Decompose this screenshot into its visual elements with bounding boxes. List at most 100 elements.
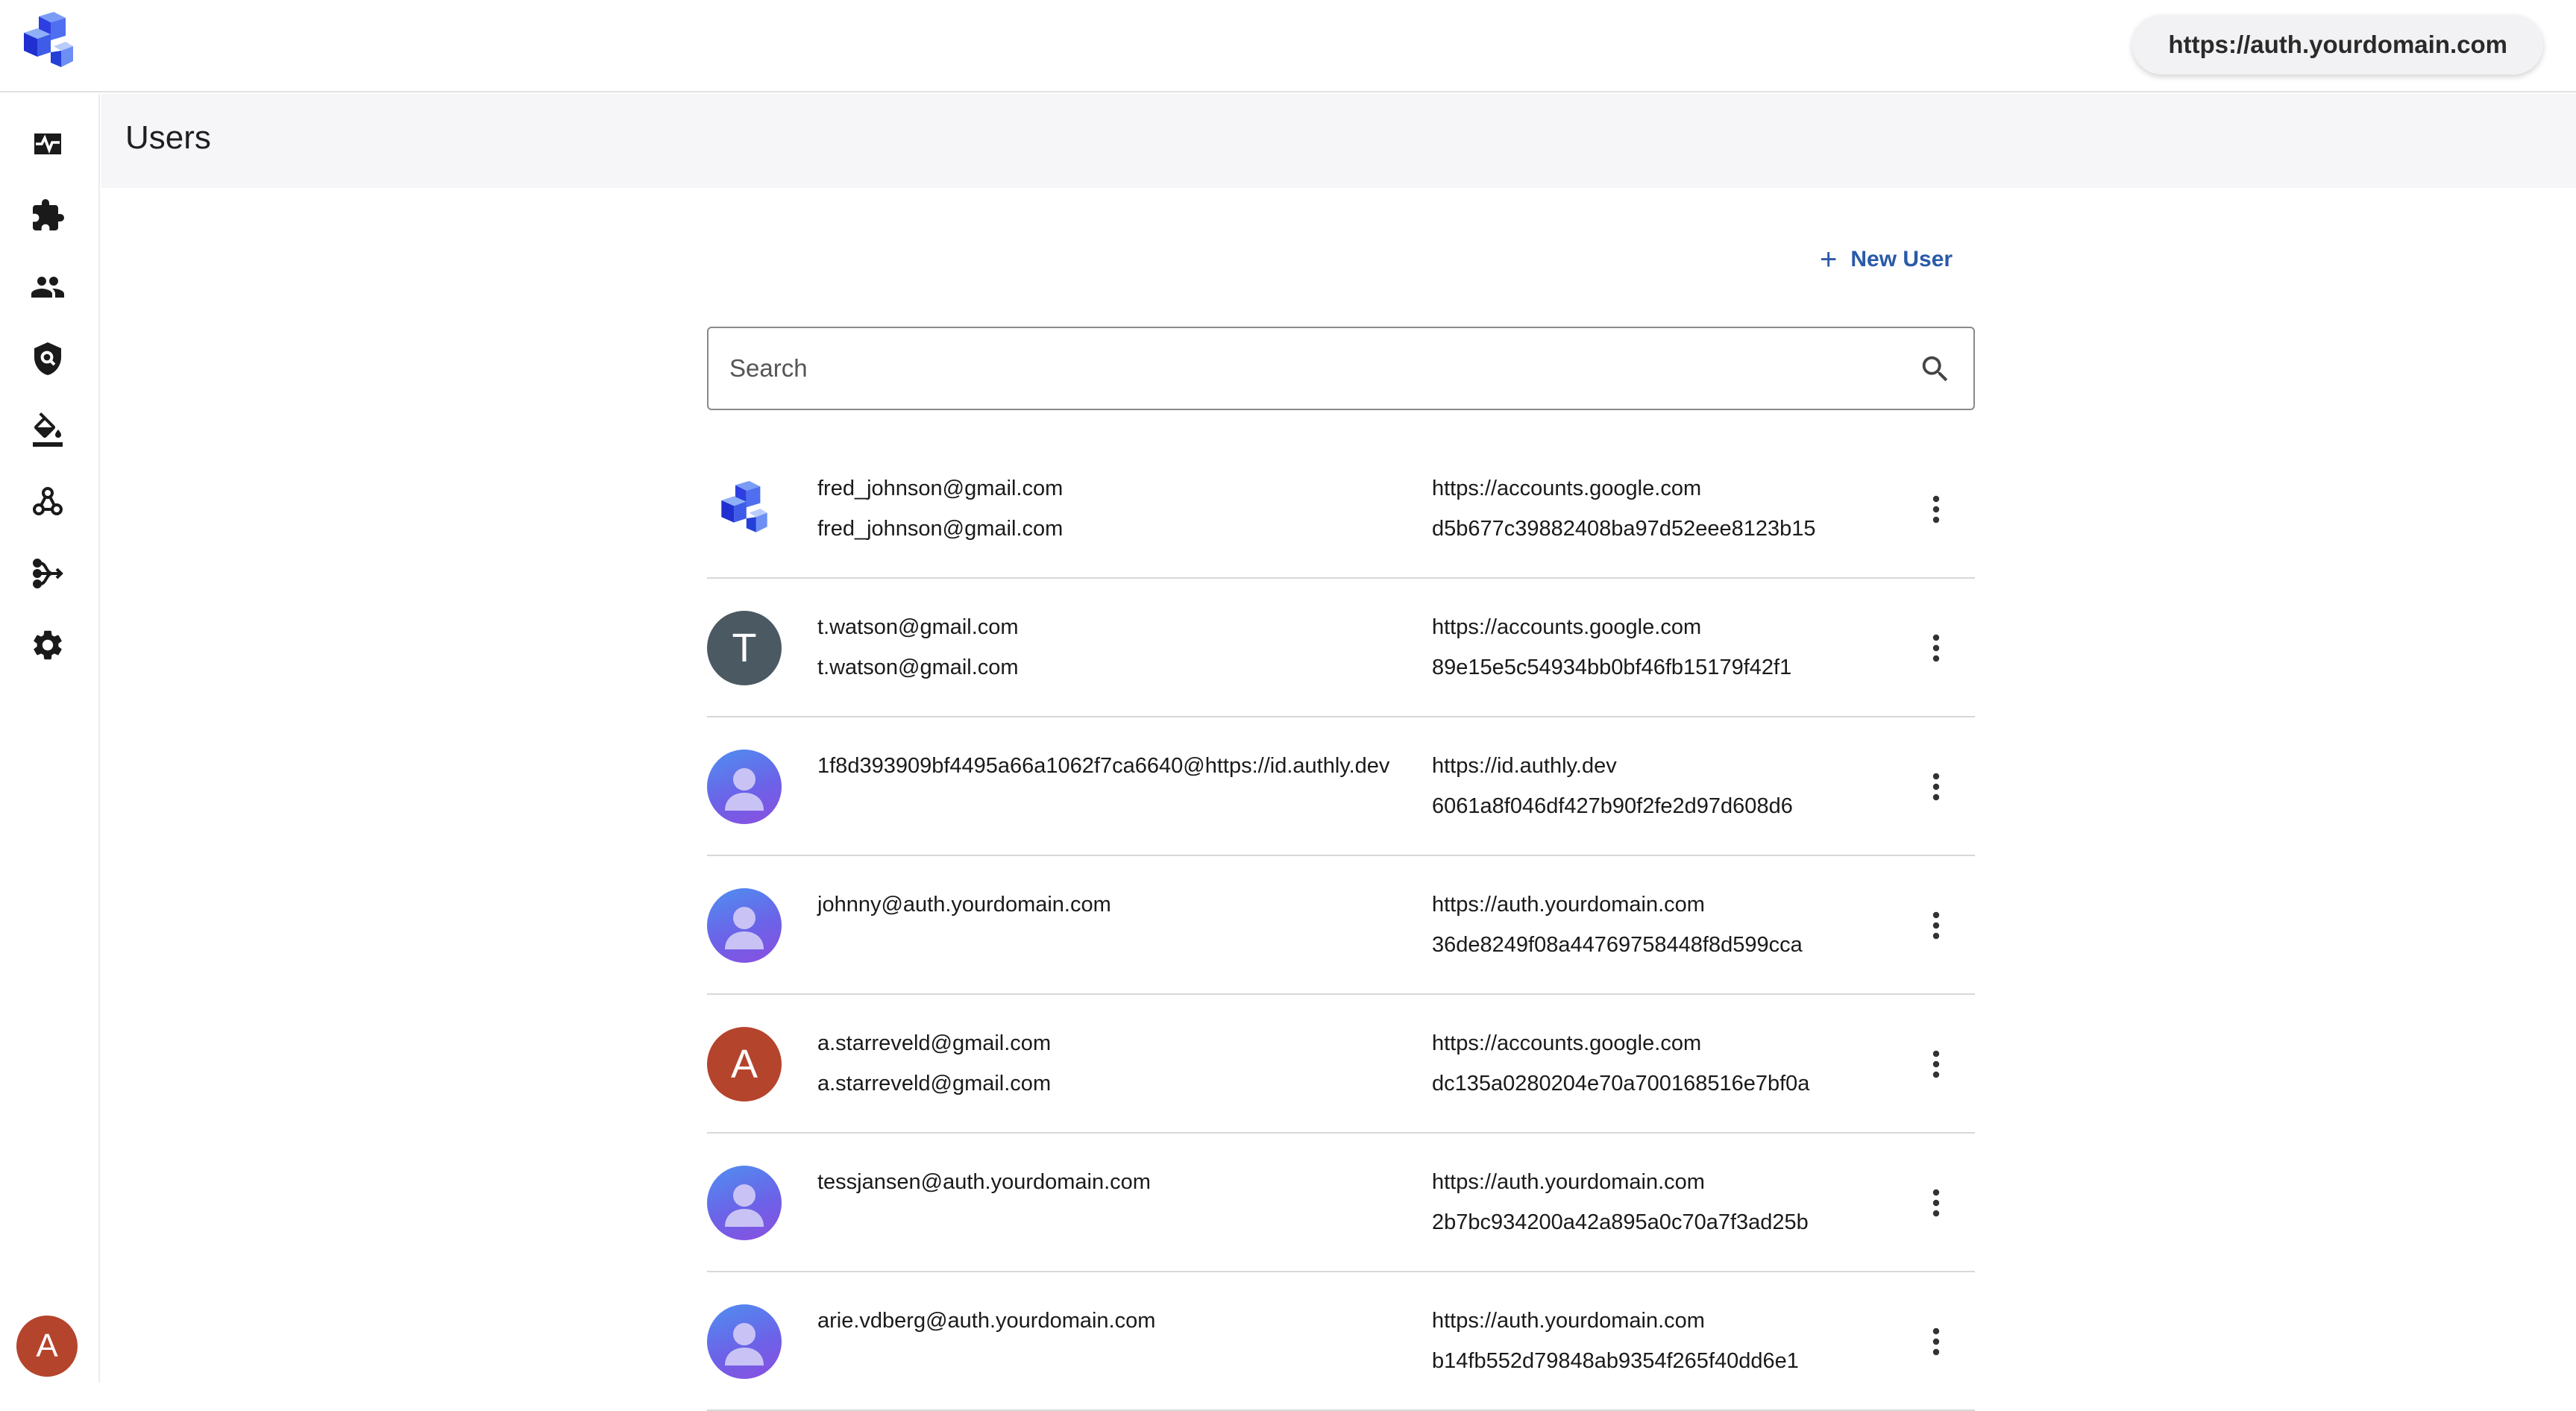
user-identity: fred_johnson@gmail.com fred_johnson@gmail… (817, 476, 1063, 556)
user-more-button[interactable] (1914, 487, 1958, 532)
user-more-button[interactable] (1914, 764, 1958, 809)
user-subject-id: 2b7bc934200a42a895a0c70a7f3ad25b (1432, 1210, 1809, 1234)
app-logo-icon[interactable] (16, 10, 81, 75)
search-box (707, 327, 1975, 410)
user-row[interactable]: Tt.watson@gmail.com t.watson@gmail.com htt… (707, 579, 1975, 717)
user-row[interactable]: 1f8d393909bf4495a66a1062f7ca6640@https:/… (707, 717, 1975, 856)
user-row[interactable]: johnny@auth.yourdomain.com https://auth.y… (707, 856, 1975, 995)
more-vert-icon (1932, 1327, 1940, 1356)
user-issuer: https://accounts.google.com (1432, 477, 1702, 500)
user-list: fred_johnson@gmail.com fred_johnson@gmail… (707, 440, 1975, 1411)
more-vert-icon (1932, 911, 1940, 940)
default-user-icon (725, 768, 764, 811)
user-identity: t.watson@gmail.com t.watson@gmail.com (817, 615, 1019, 695)
user-more-button[interactable] (1914, 1042, 1958, 1087)
user-provider: https://accounts.google.com d5b677c398824… (1432, 476, 1815, 556)
user-username: johnny@auth.yourdomain.com (817, 893, 1111, 917)
user-issuer: https://accounts.google.com (1432, 1031, 1702, 1055)
user-identity: a.starreveld@gmail.com a.starreveld@gmail… (817, 1031, 1051, 1111)
user-subject-id: 6061a8f046df427b90f2fe2d97d608d6 (1432, 794, 1793, 818)
sidebar-item-activity[interactable] (20, 116, 75, 172)
user-row[interactable]: tessjansen@auth.yourdomain.com https://au… (707, 1134, 1975, 1272)
user-identity: 1f8d393909bf4495a66a1062f7ca6640@https:/… (817, 753, 1389, 794)
users-icon (31, 277, 64, 298)
user-issuer: https://auth.yourdomain.com (1432, 893, 1705, 917)
user-provider: https://id.authly.dev 6061a8f046df427b90f… (1432, 753, 1793, 834)
page-title: Users (125, 119, 211, 156)
user-subject-id: 89e15e5c54934bb0bf46fb15179f42f1 (1432, 656, 1792, 679)
user-avatar (707, 1166, 782, 1240)
user-provider: https://accounts.google.com 89e15e5c54934… (1432, 615, 1791, 695)
user-provider: https://auth.yourdomain.com 2b7bc934200a4… (1432, 1169, 1809, 1250)
sidebar-item-users[interactable] (20, 260, 75, 315)
user-avatar (707, 1304, 782, 1379)
extensions-icon (33, 199, 64, 230)
branding-icon (33, 412, 63, 447)
activity-icon (34, 133, 61, 154)
user-avatar: A (707, 1027, 782, 1102)
plus-icon: + (1820, 243, 1838, 276)
sidebar-item-extensions[interactable] (20, 188, 75, 243)
user-subject-id: dc135a0280204e70a700168516e7bf0a (1432, 1072, 1810, 1096)
user-row[interactable]: fred_johnson@gmail.com fred_johnson@gmail… (707, 440, 1975, 579)
user-username: fred_johnson@gmail.com (817, 477, 1064, 500)
user-issuer: https://id.authly.dev (1432, 754, 1617, 778)
user-provider: https://auth.yourdomain.com b14fb552d7984… (1432, 1308, 1799, 1389)
default-user-icon (725, 1323, 764, 1366)
user-more-button[interactable] (1914, 1319, 1958, 1364)
more-vert-icon (1932, 773, 1940, 801)
user-issuer: https://auth.yourdomain.com (1432, 1170, 1705, 1194)
user-provider: https://auth.yourdomain.com 36de8249f08a4… (1432, 892, 1803, 972)
user-row[interactable]: arie.vdberg@auth.yourdomain.com https://a… (707, 1272, 1975, 1411)
sidebar-item-flows[interactable] (20, 546, 75, 601)
top-bar: https://auth.yourdomain.com (0, 0, 2576, 92)
new-user-label: New User (1850, 247, 1953, 271)
user-username: t.watson@gmail.com (817, 615, 1019, 639)
user-subject-id: d5b677c39882408ba97d52eee8123b15 (1432, 517, 1816, 541)
sidebar-item-branding[interactable] (20, 403, 75, 458)
new-user-button[interactable]: + New User (1820, 243, 1953, 276)
user-identity: arie.vdberg@auth.yourdomain.com (817, 1308, 1155, 1348)
current-user-avatar[interactable]: A (16, 1316, 78, 1377)
more-vert-icon (1932, 495, 1940, 524)
flows-icon (33, 559, 63, 588)
user-username: tessjansen@auth.yourdomain.com (817, 1170, 1151, 1194)
user-identity: tessjansen@auth.yourdomain.com (817, 1169, 1151, 1210)
user-identity: johnny@auth.yourdomain.com (817, 892, 1111, 932)
search-input[interactable] (729, 349, 1878, 388)
user-more-button[interactable] (1914, 903, 1958, 948)
user-row[interactable]: Aa.starreveld@gmail.com a.starreveld@gmai… (707, 995, 1975, 1134)
user-avatar: T (707, 611, 782, 685)
app-logo-icon (721, 480, 767, 532)
default-user-icon (725, 1184, 764, 1227)
user-avatar (707, 472, 782, 547)
more-vert-icon (1932, 634, 1940, 662)
user-provider: https://accounts.google.com dc135a0280204… (1432, 1031, 1809, 1111)
user-email: fred_johnson@gmail.com (817, 517, 1064, 541)
more-vert-icon (1932, 1050, 1940, 1078)
webhooks-icon (33, 487, 63, 515)
settings-icon (34, 630, 62, 660)
search-icon[interactable] (1918, 352, 1953, 386)
page-header: Users (101, 94, 2576, 188)
user-username: arie.vdberg@auth.yourdomain.com (817, 1309, 1156, 1333)
user-more-button[interactable] (1914, 1181, 1958, 1225)
user-username: 1f8d393909bf4495a66a1062f7ca6640@https:/… (817, 754, 1390, 778)
sidebar-item-security[interactable] (20, 331, 75, 386)
user-subject-id: 36de8249f08a44769758448f8d599cca (1432, 933, 1803, 957)
security-icon (34, 342, 61, 375)
user-avatar (707, 888, 782, 963)
user-issuer: https://auth.yourdomain.com (1432, 1309, 1705, 1333)
user-avatar (707, 750, 782, 824)
sidebar-item-settings[interactable] (20, 617, 75, 673)
user-username: a.starreveld@gmail.com (817, 1031, 1052, 1055)
user-email: t.watson@gmail.com (817, 656, 1019, 679)
user-email: a.starreveld@gmail.com (817, 1072, 1052, 1096)
more-vert-icon (1932, 1189, 1940, 1217)
user-more-button[interactable] (1914, 626, 1958, 670)
sidebar: A (0, 94, 100, 1383)
default-user-icon (725, 907, 764, 949)
sidebar-item-webhooks[interactable] (20, 474, 75, 529)
user-issuer: https://accounts.google.com (1432, 615, 1702, 639)
domain-selector[interactable]: https://auth.yourdomain.com (2132, 15, 2543, 75)
